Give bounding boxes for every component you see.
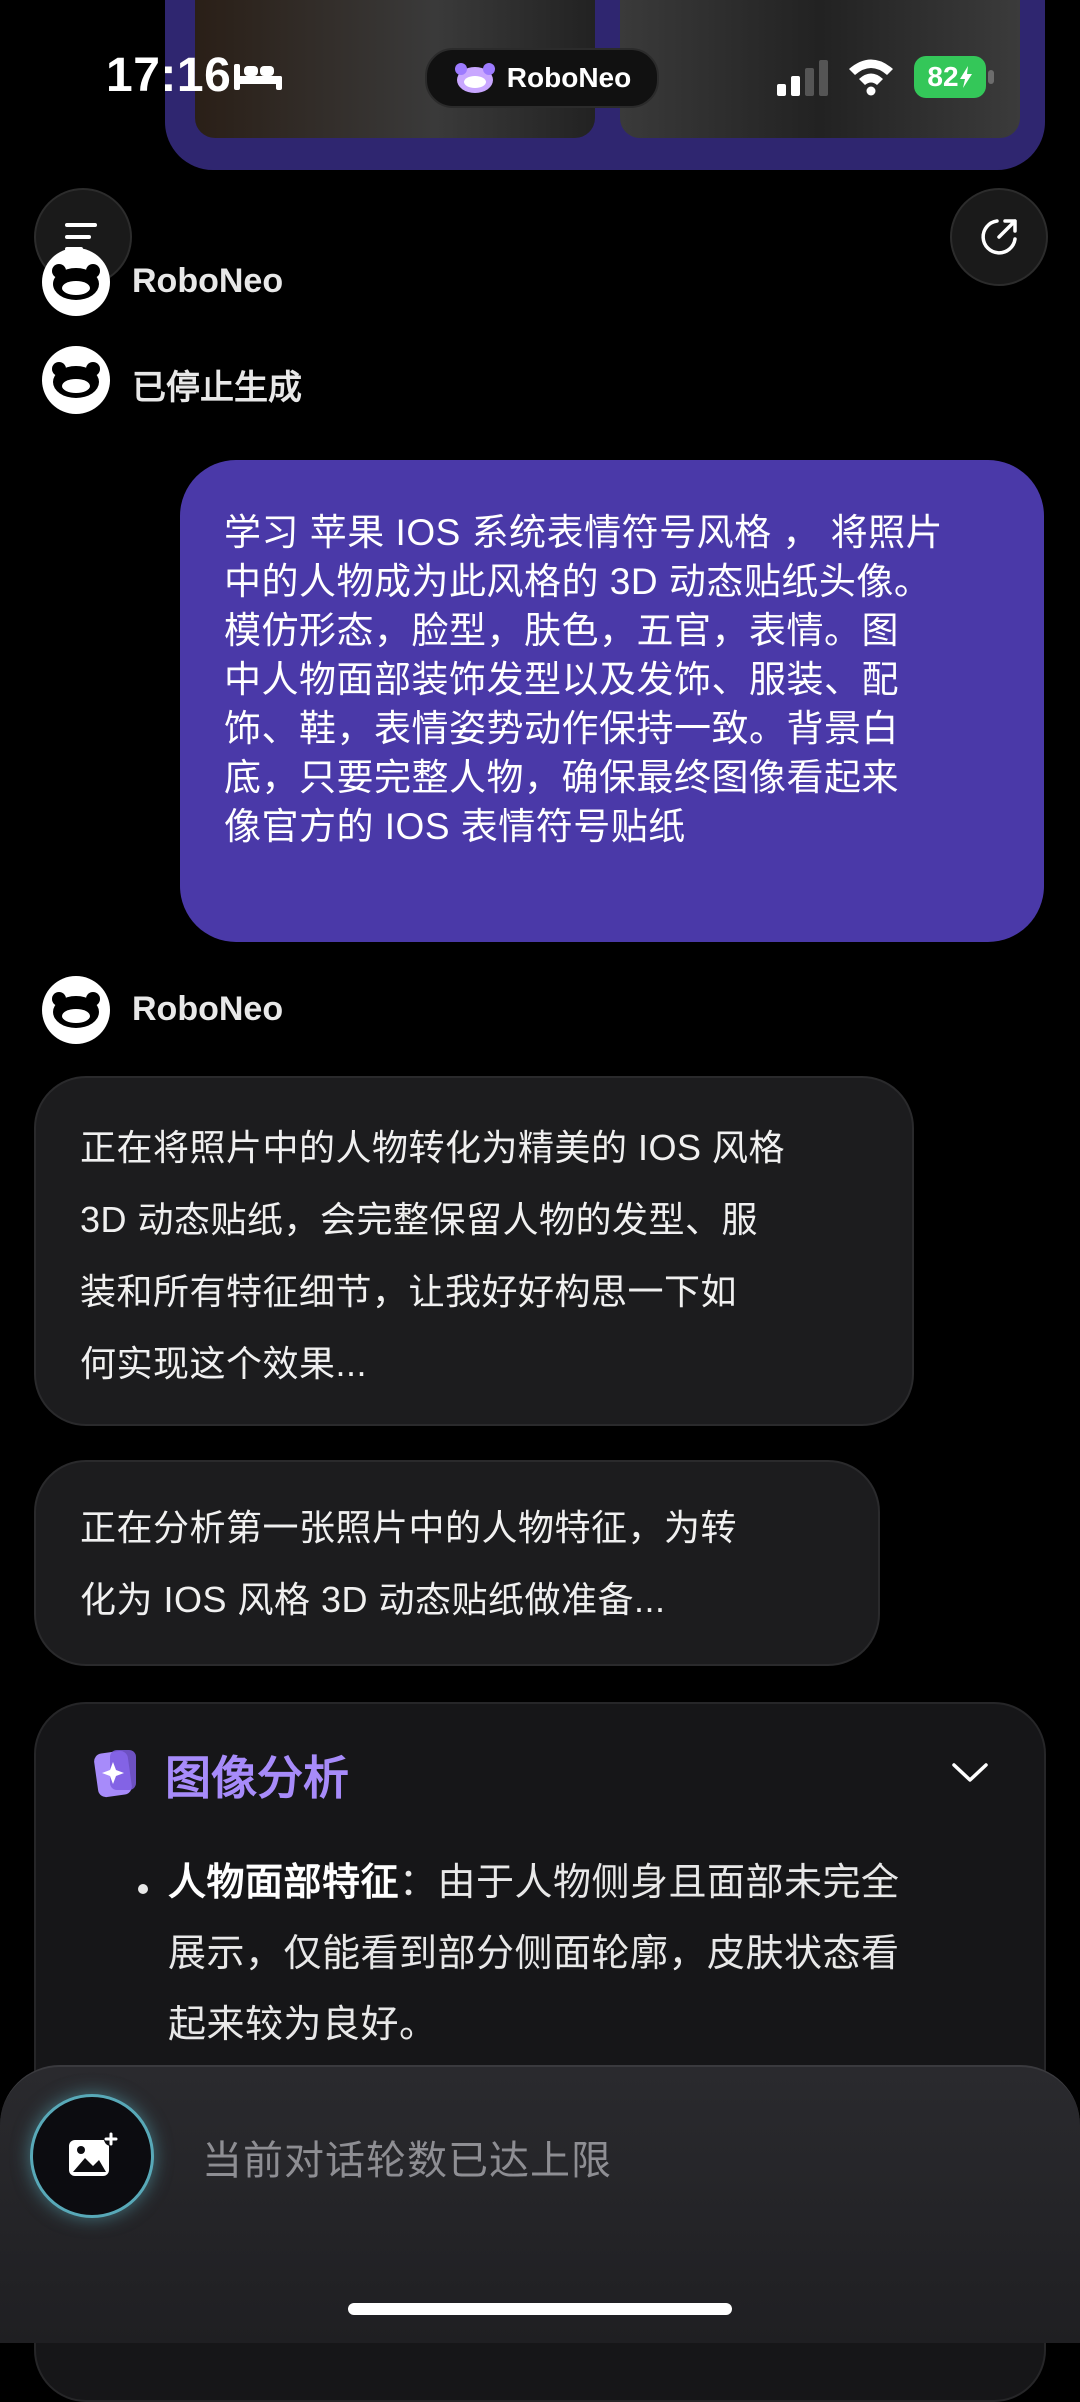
battery-cap	[988, 70, 994, 84]
message-line: 正在分析第一张照片中的人物特征，为转	[80, 1507, 738, 1548]
message-line: 3D 动态贴纸，会完整保留人物的发型、服	[80, 1199, 759, 1240]
message-line: 中的人物成为此风格的 3D 动态贴纸头像。	[224, 561, 932, 602]
roboneo-avatar-icon	[52, 362, 100, 398]
message-line: 正在将照片中的人物转化为精美的 IOS 风格	[80, 1127, 786, 1168]
avatar	[42, 248, 110, 316]
message-line: 化为 IOS 风格 3D 动态贴纸做准备...	[80, 1579, 666, 1620]
wifi-icon	[849, 59, 893, 96]
bullet-colon: ：	[399, 1862, 438, 1904]
assistant-message-bubble[interactable]: 正在分析第一张照片中的人物特征，为转 化为 IOS 风格 3D 动态贴纸做准备.…	[34, 1460, 880, 1666]
assistant-name: RoboNeo	[132, 990, 284, 1028]
stopped-generation-text: 已停止生成	[132, 369, 302, 407]
bullet-point	[138, 1884, 148, 1894]
analysis-title[interactable]: 图像分析	[165, 1742, 349, 1808]
home-indicator[interactable]	[348, 2303, 732, 2315]
message-line: 底，只要完整人物，确保最终图像看起来	[224, 757, 899, 798]
user-message-bubble[interactable]: 学习 苹果 IOS 系统表情符号风格 ， 将照片 中的人物成为此风格的 3D 动…	[180, 460, 1044, 942]
share-icon	[981, 219, 1017, 255]
charging-bolt-icon	[959, 66, 972, 88]
message-line: 学习 苹果 IOS 系统表情符号风格 ， 将照片	[224, 512, 944, 553]
message-input[interactable]: 当前对话轮数已达上限	[202, 2128, 612, 2186]
roboneo-logo-icon	[454, 63, 495, 93]
sleep-focus-icon	[234, 64, 282, 90]
bullet-line: 起来较为良好。	[168, 2004, 438, 2046]
avatar	[42, 976, 110, 1044]
roboneo-avatar-icon	[52, 992, 100, 1028]
bullet-label: 人物面部特征	[168, 1862, 400, 1904]
roboneo-avatar-icon	[52, 264, 100, 300]
image-add-icon	[69, 2132, 118, 2176]
message-line: 何实现这个效果...	[80, 1343, 368, 1384]
assistant-name: RoboNeo	[132, 262, 284, 300]
avatar	[42, 346, 110, 414]
bullet-line: 由于人物侧身且面部未完全	[437, 1862, 900, 1904]
message-line: 中人物面部装饰发型以及发饰、服装、配	[224, 659, 899, 700]
battery-indicator: 82	[914, 56, 986, 98]
sparkle-card-icon	[94, 1750, 136, 1798]
status-time: 17:16	[106, 49, 232, 102]
brand-name: RoboNeo	[506, 62, 632, 93]
battery-level: 82	[927, 61, 959, 92]
assistant-message-bubble[interactable]: 正在将照片中的人物转化为精美的 IOS 风格 3D 动态贴纸，会完整保留人物的发…	[34, 1076, 914, 1426]
message-line: 饰、鞋，表情姿势动作保持一致。背景白	[224, 708, 899, 749]
share-button[interactable]	[950, 188, 1048, 286]
dynamic-island-brand: RoboNeo	[425, 48, 659, 108]
add-image-button[interactable]	[30, 2094, 154, 2218]
cellular-signal-icon	[777, 60, 828, 96]
analysis-bullet: 人物面部特征：由于人物侧身且面部未完全 展示，仅能看到部分侧面轮廓，皮肤状态看 …	[168, 1848, 988, 2061]
chevron-down-icon[interactable]	[950, 1760, 990, 1786]
message-line: 装和所有特征细节，让我好好构思一下如	[80, 1271, 738, 1312]
message-line: 模仿形态，脸型，肤色，五官，表情。图	[224, 610, 899, 651]
composer-bar	[0, 2065, 1080, 2343]
bullet-line: 展示，仅能看到部分侧面轮廓，皮肤状态看	[168, 1933, 900, 1975]
message-line: 像官方的 IOS 表情符号贴纸	[224, 806, 686, 847]
